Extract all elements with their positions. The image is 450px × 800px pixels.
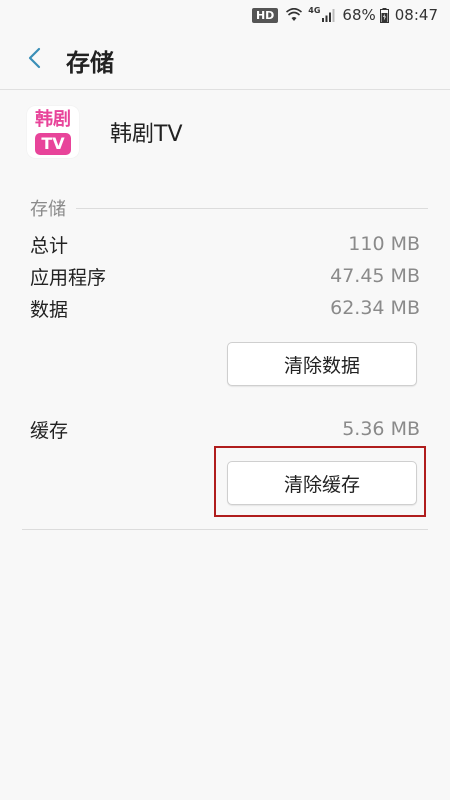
- app-info: 韩剧 TV 韩剧TV: [0, 100, 450, 164]
- page-title: 存储: [66, 48, 114, 77]
- row-label: 总计: [30, 234, 69, 257]
- hd-badge: HD: [251, 7, 279, 23]
- battery-percent: 68%: [342, 6, 376, 24]
- storage-row-total: 总计 110 MB: [30, 229, 420, 259]
- row-value: 62.34 MB: [330, 297, 420, 319]
- signal-icon: [322, 8, 336, 22]
- cache-row: 缓存 5.36 MB: [30, 414, 420, 444]
- chevron-left-icon: [27, 47, 41, 73]
- storage-section-header: 存储: [30, 196, 428, 220]
- app-name: 韩剧TV: [110, 122, 183, 147]
- row-label: 数据: [30, 298, 69, 321]
- wifi-icon: [286, 8, 303, 22]
- app-icon-bottom-text: TV: [35, 133, 71, 155]
- row-label: 应用程序: [30, 266, 107, 289]
- battery-icon: [379, 7, 389, 23]
- status-bar: HD 4G 68% 08:47: [0, 0, 450, 30]
- clear-data-button[interactable]: 清除数据: [227, 342, 417, 386]
- clear-cache-button[interactable]: 清除缓存: [227, 461, 417, 505]
- app-bar: 存储: [0, 30, 450, 90]
- section-label: 存储: [30, 199, 66, 220]
- row-value: 110 MB: [348, 233, 420, 255]
- cache-value: 5.36 MB: [342, 418, 420, 440]
- row-value: 47.45 MB: [330, 265, 420, 287]
- storage-row-app: 应用程序 47.45 MB: [30, 261, 420, 291]
- cache-label: 缓存: [30, 419, 69, 442]
- network-type: 4G: [308, 5, 321, 15]
- clock: 08:47: [394, 6, 438, 24]
- app-icon-top-text: 韩剧: [35, 109, 71, 130]
- section-divider: [76, 207, 428, 209]
- app-icon: 韩剧 TV: [27, 106, 79, 158]
- header-divider: [0, 89, 450, 90]
- storage-row-data: 数据 62.34 MB: [30, 293, 420, 323]
- bottom-divider: [22, 529, 428, 530]
- back-button[interactable]: [4, 30, 64, 90]
